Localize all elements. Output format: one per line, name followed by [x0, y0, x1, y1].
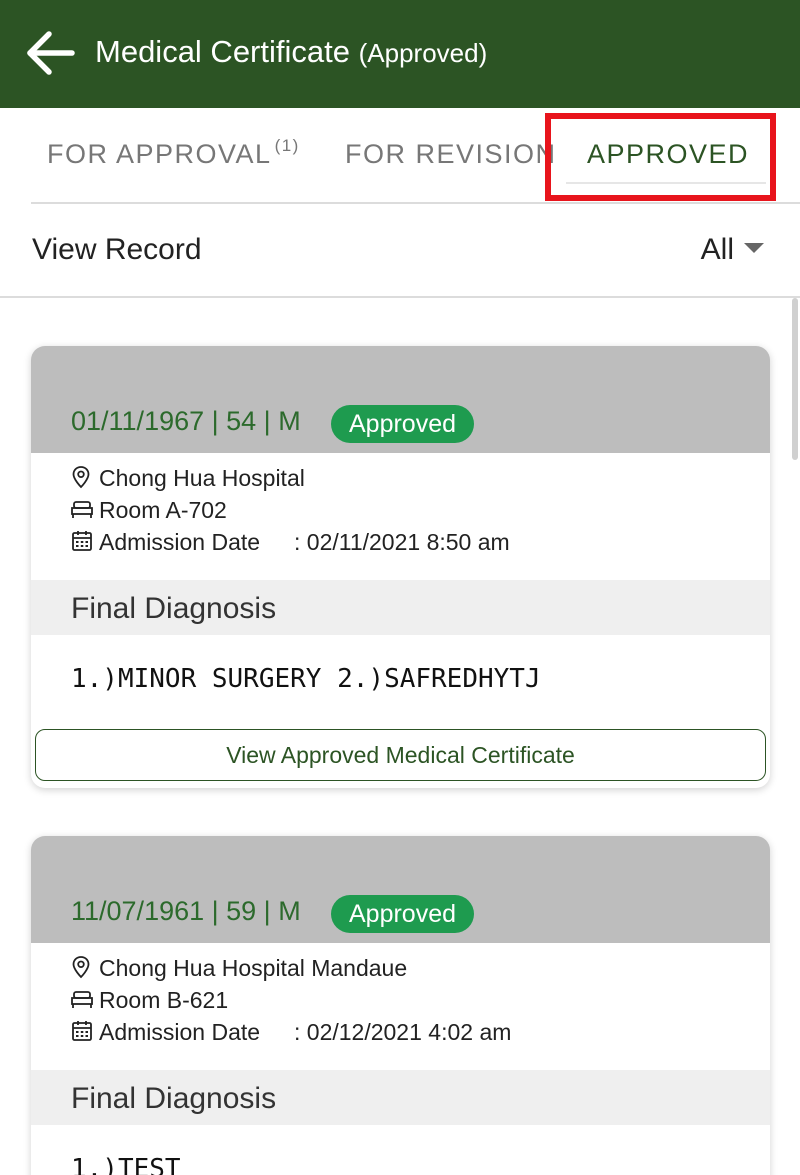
admission-date: : 02/11/2021 8:50 am — [294, 529, 510, 555]
status-badge: Approved — [331, 895, 474, 933]
filter-value: All — [700, 233, 734, 266]
hospital-row: Chong Hua Hospital Mandaue — [71, 955, 407, 985]
tab-for-approval[interactable]: FOR APPROVAL (1) — [47, 108, 300, 204]
hospital-row: Chong Hua Hospital — [71, 465, 305, 495]
page-title-text: Medical Certificate — [95, 34, 350, 69]
scrollbar[interactable] — [792, 298, 798, 460]
record-card: 01/11/1967 | 54 | M Approved Chong Hua H… — [31, 346, 770, 788]
location-pin-icon — [71, 955, 95, 985]
view-approved-certificate-button[interactable]: View Approved Medical Certificate — [35, 729, 766, 781]
calendar-icon — [71, 530, 95, 558]
tab-approved[interactable]: APPROVED — [587, 108, 749, 204]
bed-icon — [71, 988, 95, 1015]
page-title: Medical Certificate (Approved) — [95, 34, 487, 70]
tab-for-revision[interactable]: FOR REVISION — [345, 108, 557, 204]
room-row: Room A-702 — [71, 497, 227, 525]
view-divider — [0, 296, 800, 298]
app-header: Medical Certificate (Approved) — [0, 0, 800, 108]
bed-icon — [71, 498, 95, 525]
diagnosis-text: 1.)TEST — [71, 1154, 181, 1175]
tab-for-revision-label: FOR REVISION — [345, 139, 557, 169]
admission-row: Admission Date : 02/11/2021 8:50 am — [71, 529, 510, 558]
admission-row: Admission Date : 02/12/2021 4:02 am — [71, 1019, 511, 1048]
admission-label: Admission Date — [99, 529, 261, 555]
record-card-header: 01/11/1967 | 54 | M Approved — [31, 346, 770, 453]
tab-for-approval-count: (1) — [274, 136, 300, 155]
patient-info: 01/11/1967 | 54 | M — [71, 406, 301, 436]
filter-dropdown[interactable]: All — [701, 233, 764, 267]
room-number: Room A-702 — [99, 497, 227, 523]
caret-down-icon — [744, 243, 764, 254]
page-subtitle: (Approved) — [358, 38, 488, 68]
room-row: Room B-621 — [71, 987, 228, 1015]
record-card-header: 11/07/1961 | 59 | M Approved — [31, 836, 770, 943]
admission-date: : 02/12/2021 4:02 am — [294, 1019, 512, 1045]
location-pin-icon — [71, 465, 95, 495]
tab-bar: FOR APPROVAL (1) FOR REVISION APPROVED — [0, 108, 800, 204]
active-tab-indicator — [566, 182, 766, 184]
view-record-label: View Record — [32, 233, 202, 266]
tab-approved-label: APPROVED — [587, 139, 750, 169]
view-record-row: View Record All — [0, 204, 800, 298]
patient-info: 11/07/1961 | 59 | M — [71, 896, 301, 926]
final-diagnosis-header: Final Diagnosis — [31, 580, 770, 635]
record-card: 11/07/1961 | 59 | M Approved Chong Hua H… — [31, 836, 770, 1175]
back-arrow-icon — [27, 31, 75, 75]
hospital-name: Chong Hua Hospital — [99, 465, 305, 492]
admission-label: Admission Date — [99, 1019, 261, 1045]
calendar-icon — [71, 1020, 95, 1048]
final-diagnosis-title: Final Diagnosis — [71, 1082, 277, 1115]
back-button[interactable] — [24, 26, 78, 80]
tab-for-approval-label: FOR APPROVAL — [47, 139, 272, 169]
final-diagnosis-title: Final Diagnosis — [71, 592, 277, 625]
status-badge: Approved — [331, 405, 474, 443]
hospital-name: Chong Hua Hospital Mandaue — [99, 955, 408, 982]
diagnosis-text: 1.)MINOR SURGERY 2.)SAFREDHYTJ — [71, 664, 541, 694]
room-number: Room B-621 — [99, 987, 229, 1013]
final-diagnosis-header: Final Diagnosis — [31, 1070, 770, 1125]
